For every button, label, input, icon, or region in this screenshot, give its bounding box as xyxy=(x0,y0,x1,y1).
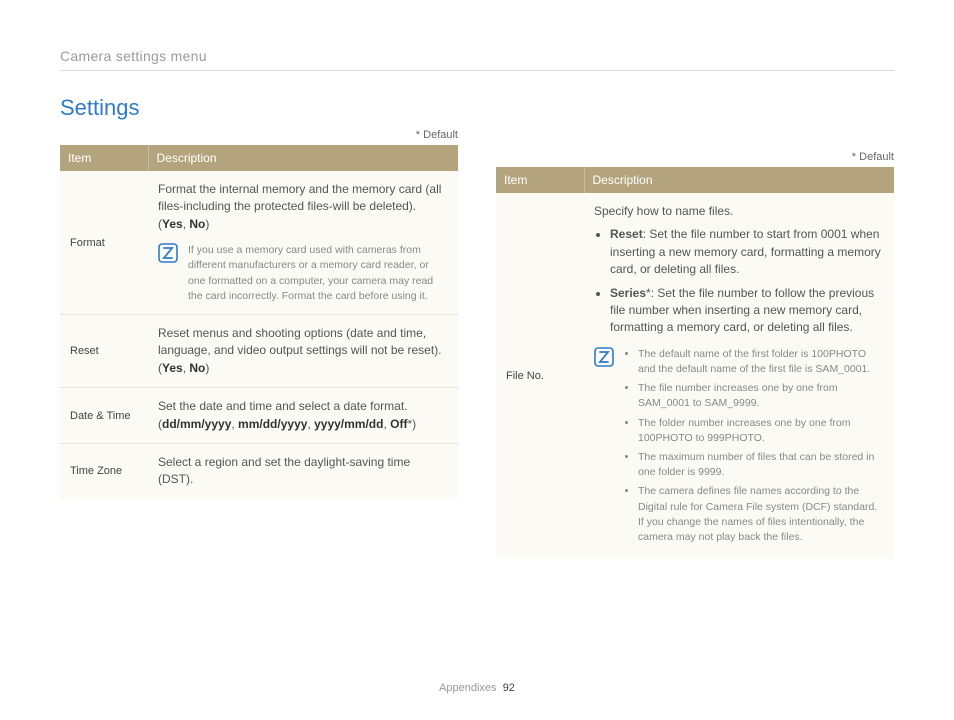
table-row: File No. Specify how to name files. Rese… xyxy=(496,193,894,559)
desc-text: Set the date and time and select a date … xyxy=(158,399,408,413)
options: (Yes, No) xyxy=(158,217,209,231)
item-description: Format the internal memory and the memor… xyxy=(148,171,458,315)
settings-table-left: Item Description Format Format the inter… xyxy=(60,145,458,499)
list-item: The maximum number of files that can be … xyxy=(638,450,884,480)
list-item: The default name of the first folder is … xyxy=(638,347,884,377)
item-label: Reset xyxy=(60,315,148,388)
list-item: The file number increases one by one fro… xyxy=(638,381,884,411)
table-row: Time Zone Select a region and set the da… xyxy=(60,444,458,499)
table-row: Date & Time Set the date and time and se… xyxy=(60,388,458,444)
settings-table-right: Item Description File No. Specify how to… xyxy=(496,167,894,559)
item-label: File No. xyxy=(496,193,584,559)
col-header-description: Description xyxy=(148,145,458,171)
note-icon xyxy=(158,243,178,263)
manual-page: Camera settings menu Settings * Default … xyxy=(0,0,954,720)
list-item: The folder number increases one by one f… xyxy=(638,416,884,446)
options: (dd/mm/yyyy, mm/dd/yyyy, yyyy/mm/dd, Off… xyxy=(158,417,416,431)
item-label: Date & Time xyxy=(60,388,148,444)
note-text: If you use a memory card used with camer… xyxy=(188,243,448,304)
page-footer: Appendixes 92 xyxy=(0,682,954,694)
list-item: Reset: Set the file number to start from… xyxy=(610,226,884,278)
col-header-item: Item xyxy=(60,145,148,171)
breadcrumb: Camera settings menu xyxy=(60,48,894,64)
page-number: 92 xyxy=(503,682,515,694)
item-label: Format xyxy=(60,171,148,315)
list-item: Series*: Set the file number to follow t… xyxy=(610,285,884,337)
list-item: The camera defines file names according … xyxy=(638,484,884,545)
divider xyxy=(60,70,894,71)
options: (Yes, No) xyxy=(158,361,209,375)
item-description: Reset menus and shooting options (date a… xyxy=(148,315,458,388)
col-header-description: Description xyxy=(584,167,894,193)
table-row: Format Format the internal memory and th… xyxy=(60,171,458,315)
option-list: Reset: Set the file number to start from… xyxy=(594,226,884,336)
desc-text: Format the internal memory and the memor… xyxy=(158,182,441,213)
item-description: Select a region and set the daylight-sav… xyxy=(148,444,458,499)
footer-section: Appendixes xyxy=(439,682,497,694)
info-note: The default name of the first folder is … xyxy=(594,347,884,550)
info-note: If you use a memory card used with camer… xyxy=(158,243,448,304)
item-label: Time Zone xyxy=(60,444,148,499)
note-list: The default name of the first folder is … xyxy=(624,347,884,550)
desc-text: Reset menus and shooting options (date a… xyxy=(158,326,442,357)
col-header-item: Item xyxy=(496,167,584,193)
default-footnote: * Default xyxy=(496,151,894,163)
right-column: * Default Item Description File No. Spec… xyxy=(496,123,894,559)
default-footnote: * Default xyxy=(60,129,458,141)
table-row: Reset Reset menus and shooting options (… xyxy=(60,315,458,388)
note-icon xyxy=(594,347,614,367)
item-description: Specify how to name files. Reset: Set th… xyxy=(584,193,894,559)
desc-text: Select a region and set the daylight-sav… xyxy=(158,455,410,486)
left-column: * Default Item Description Format Format… xyxy=(60,123,458,559)
item-description: Set the date and time and select a date … xyxy=(148,388,458,444)
content-columns: * Default Item Description Format Format… xyxy=(60,123,894,559)
section-title: Settings xyxy=(60,95,894,121)
desc-text: Specify how to name files. xyxy=(594,204,733,218)
